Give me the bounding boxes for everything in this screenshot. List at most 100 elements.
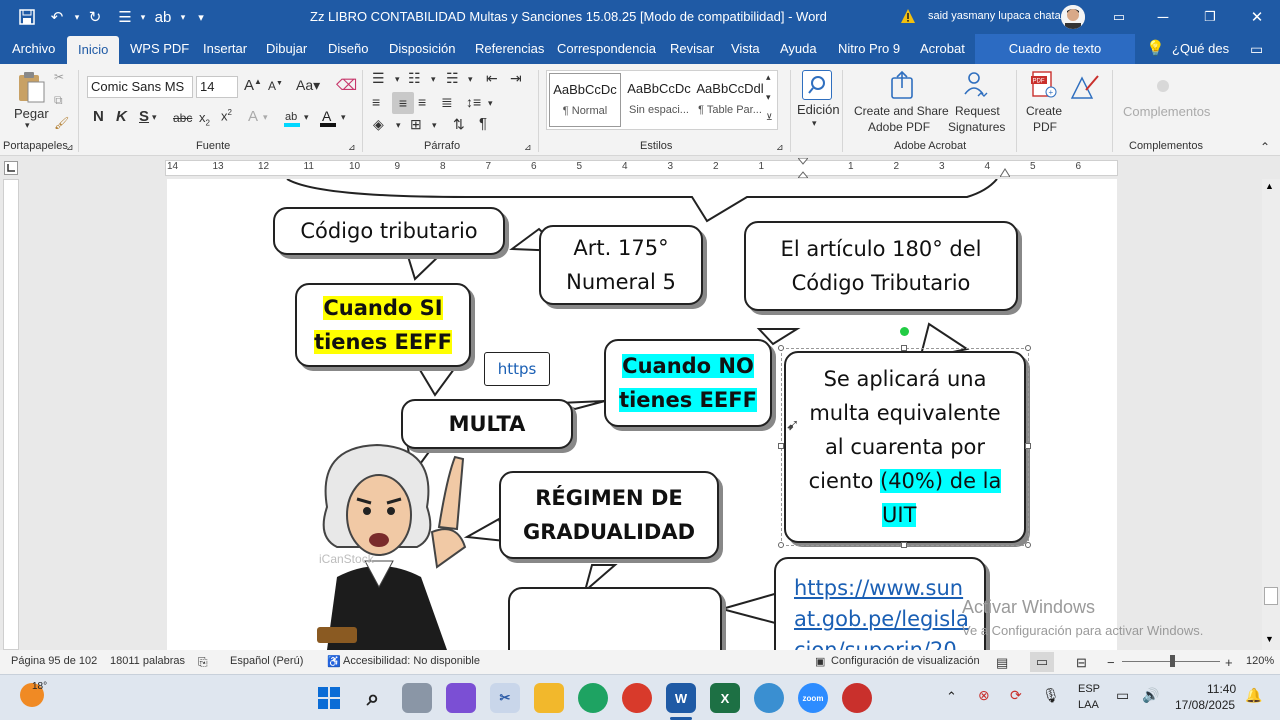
resize-handle-w[interactable] [778,443,784,449]
word-app-icon[interactable]: W [666,683,696,713]
create-pdf-icon[interactable]: PDF + [1030,70,1058,100]
font-size-select[interactable]: 14 [196,76,238,98]
clipboard-launcher-icon[interactable]: ⊿ [66,142,74,153]
comments-icon[interactable]: ▭ [1250,34,1263,64]
resize-handle-e[interactable] [1025,443,1031,449]
tab-correspondencia[interactable]: Correspondencia [557,34,656,64]
link-line2[interactable]: at.gob.pe/legisla [794,604,969,635]
microphone-icon[interactable]: 🎙 [1042,687,1060,704]
start-icon[interactable] [314,683,344,713]
font-family-select[interactable]: Comic Sans MS [87,76,193,98]
increase-indent-icon[interactable]: ⇥ [510,70,522,87]
bubble-cuando-no[interactable]: Cuando NO tienes EEFF [604,339,772,427]
borders-dropdown-icon[interactable]: ▾ [432,120,437,131]
security-app-icon[interactable] [842,683,872,713]
resize-handle-sw[interactable] [778,542,784,548]
search-icon[interactable] [802,70,832,100]
collapse-ribbon-icon[interactable]: ⌃ [1260,140,1270,154]
selection-frame[interactable] [781,348,1029,546]
highlight-color-icon[interactable]: ab [282,108,302,128]
underline-dropdown-icon[interactable]: ▾ [152,112,157,123]
styles-scroll-down-icon[interactable]: ▾ [766,92,771,103]
numbering-icon[interactable]: ☷ [408,70,421,87]
avatar[interactable] [1061,5,1085,29]
zoom-out-icon[interactable]: − [1107,655,1115,670]
sort-icon[interactable]: ⇅ [453,116,465,133]
signatures-label[interactable]: Signatures [948,120,1005,134]
tab-referencias[interactable]: Referencias [475,34,544,64]
editing-dropdown-icon[interactable]: ▾ [812,118,817,129]
paragraph-launcher-icon[interactable]: ⊿ [524,142,532,153]
numbering-dropdown-icon[interactable]: ▾ [431,74,436,85]
customize-toolbar-icon[interactable]: ▾ [190,6,212,28]
scroll-down-icon[interactable]: ▼ [1265,634,1274,644]
subscript-icon[interactable]: x2 [199,110,210,128]
bubble-link[interactable]: https://www.sun at.gob.pe/legisla cion/s… [774,557,986,650]
superscript-icon[interactable]: x2 [221,108,232,123]
style-table-paragraph[interactable]: AaBbCcDdl ¶ Table Par... [695,73,765,127]
task-view-icon[interactable] [402,683,432,713]
tab-disposicion[interactable]: Disposición [389,34,455,64]
tray-overflow-icon[interactable]: ⌃ [946,689,957,705]
zoom-in-icon[interactable]: + [1225,655,1233,670]
tab-insertar[interactable]: Insertar [203,34,247,64]
style-normal[interactable]: AaBbCcDc ¶ Normal [549,73,621,127]
bullets-dropdown-icon[interactable]: ▾ [395,74,400,85]
tab-selector-icon[interactable] [4,161,18,175]
align-left-icon[interactable]: ≡ [372,94,380,110]
chrome-profile-icon[interactable] [622,683,652,713]
zoom-level[interactable]: 120% [1246,655,1274,667]
request-signature-icon[interactable] [962,70,990,100]
input-language-2[interactable]: LAA [1078,699,1099,711]
tab-cuadro-de-texto[interactable]: Cuadro de texto [975,34,1135,64]
bubble-multa[interactable]: MULTA [401,399,573,449]
accessibility-status[interactable]: Accesibilidad: No disponible [343,655,480,667]
pdf-label[interactable]: PDF [1033,120,1057,134]
tab-acrobat[interactable]: Acrobat [920,34,965,64]
vertical-scrollbar[interactable]: ▲ ▼ [1262,179,1280,650]
font-color-icon[interactable]: A [318,108,338,128]
display-settings-icon[interactable]: ▣ [815,655,825,668]
proofing-icon[interactable]: ⎘ [198,655,208,670]
bubble-https[interactable]: https [484,352,550,386]
styles-launcher-icon[interactable]: ⊿ [776,142,784,153]
resize-handle-n[interactable] [901,345,907,351]
rotate-handle-icon[interactable] [900,327,909,336]
bullets-icon[interactable]: ☰ [372,70,385,87]
bubble-regimen[interactable]: RÉGIMEN DE GRADUALIDAD [499,471,719,559]
highlight-color-dropdown-icon[interactable]: ▾ [304,112,309,123]
notifications-icon[interactable]: 🔔 [1245,687,1262,704]
network-icon[interactable]: ▭ [1116,687,1129,704]
lightbulb-icon[interactable]: 💡 [1146,34,1165,64]
bubble-codigo-tributario[interactable]: Código tributario [273,207,505,255]
bubble-art-175[interactable]: Art. 175° Numeral 5 [539,225,703,305]
tab-wps-pdf[interactable]: WPS PDF [130,34,189,64]
tab-dibujar[interactable]: Dibujar [266,34,307,64]
shading-icon[interactable]: ◈ [373,116,384,133]
redo-icon[interactable]: ↻ [84,6,106,28]
format-painter-icon[interactable]: 🖌 [54,116,69,130]
show-marks-icon[interactable]: ¶ [479,115,487,132]
borders-icon[interactable]: ⊞ [410,116,422,133]
chrome-icon[interactable] [578,683,608,713]
clock-date[interactable]: 17/08/2025 [1175,698,1235,712]
tray-sync-icon[interactable]: ⟳ [1010,687,1022,704]
display-settings[interactable]: Configuración de visualización [831,655,980,667]
underline-icon[interactable]: S [139,108,149,125]
web-layout-icon[interactable]: ⊟ [1076,655,1087,671]
restore-icon[interactable]: ❐ [1199,6,1221,28]
zoom-app-icon[interactable]: zoom [798,683,828,713]
network-app-icon[interactable] [754,683,784,713]
tab-nitro[interactable]: Nitro Pro 9 [838,34,900,64]
volume-icon[interactable]: 🔊 [1142,687,1159,704]
text-effects-icon[interactable]: A [248,108,258,125]
paste-icon[interactable] [16,70,46,104]
shading-dropdown-icon[interactable]: ▾ [396,120,401,131]
save-icon[interactable] [16,6,38,28]
excel-app-icon[interactable]: X [710,683,740,713]
share-pdf-icon[interactable] [888,70,916,100]
page-count[interactable]: Página 95 de 102 [11,655,97,667]
read-mode-icon[interactable]: ▤ [996,655,1008,671]
multilevel-dropdown-icon[interactable]: ▾ [468,74,473,85]
file-explorer-icon[interactable] [534,683,564,713]
